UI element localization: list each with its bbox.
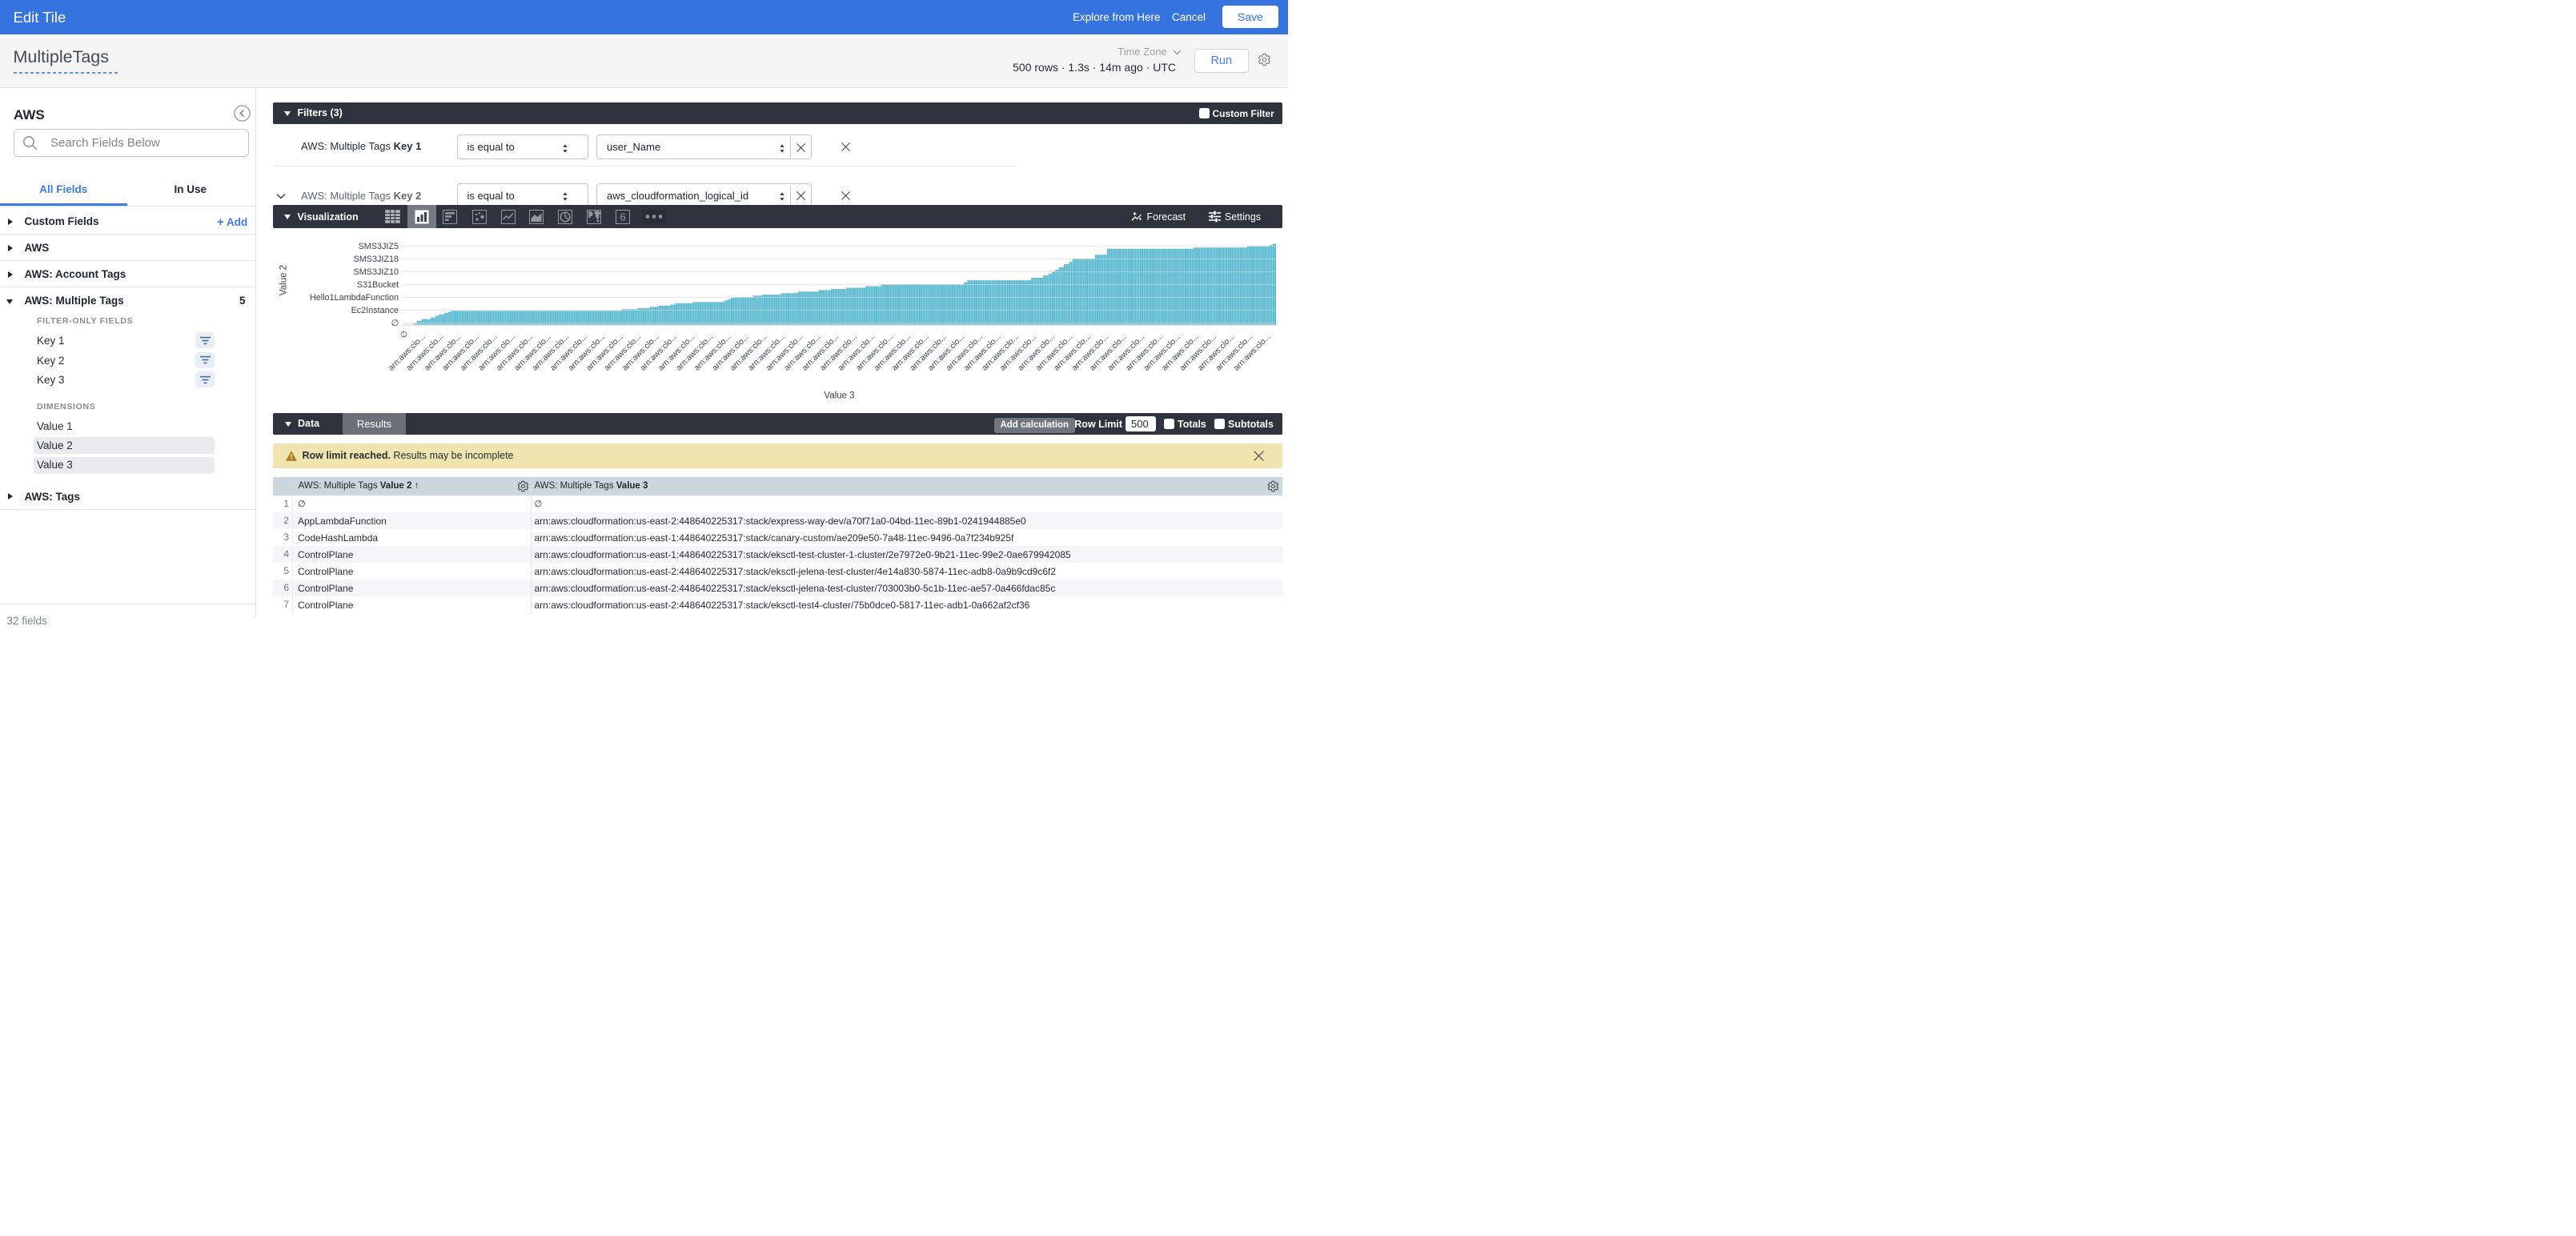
svg-text:SMS3JIZ10: SMS3JIZ10: [353, 267, 398, 277]
svg-text:SMS3JIZ5: SMS3JIZ5: [358, 242, 398, 251]
svg-text:∅: ∅: [391, 319, 398, 328]
svg-text:Ec2Instance: Ec2Instance: [351, 306, 398, 315]
svg-text:S31Bucket: S31Bucket: [356, 280, 398, 290]
svg-text:6: 6: [620, 211, 625, 223]
svg-text:Value 2: Value 2: [279, 265, 288, 295]
svg-text:∅: ∅: [399, 329, 410, 340]
svg-text:Value 3: Value 3: [824, 391, 854, 401]
svg-text:SMS3JIZ18: SMS3JIZ18: [353, 255, 398, 264]
svg-text:Hello1LambdaFunction: Hello1LambdaFunction: [309, 293, 398, 303]
